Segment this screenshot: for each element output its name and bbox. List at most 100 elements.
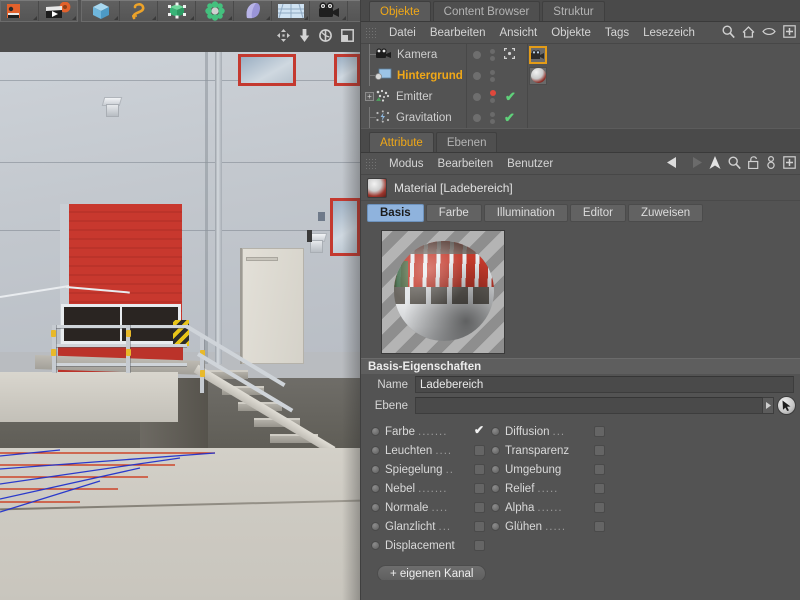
forward-arrow-icon[interactable] xyxy=(688,157,702,171)
move-arrows-icon[interactable] xyxy=(277,29,290,45)
menu-benutzer[interactable]: Benutzer xyxy=(500,154,560,174)
enabled-check-icon[interactable]: ✔ xyxy=(504,111,515,124)
object-visibility-columns[interactable] xyxy=(466,44,528,65)
object-manager-tree[interactable]: Kamera Hintergrund + Emitter ✔ Gravitati… xyxy=(361,44,800,128)
tab-ebenen[interactable]: Ebenen xyxy=(435,132,498,152)
menu-datei[interactable]: Datei xyxy=(382,23,423,43)
search-icon[interactable] xyxy=(728,156,741,172)
visibility-editor-dot[interactable] xyxy=(473,71,481,80)
channel-radio-icon[interactable] xyxy=(371,522,380,531)
channel-umgebung[interactable]: Umgebung xyxy=(491,460,611,479)
ebene-picker-button[interactable] xyxy=(777,396,796,415)
tab-content-browser[interactable]: Content Browser xyxy=(432,1,541,21)
menu-bearbeiten[interactable]: Bearbeiten xyxy=(431,154,501,174)
enabled-check-icon[interactable]: ✔ xyxy=(505,90,516,103)
ptab-basis[interactable]: Basis xyxy=(367,204,424,222)
add-cube-button[interactable] xyxy=(82,1,120,21)
channel-diffusion[interactable]: Diffusion ... xyxy=(491,422,611,441)
channel-radio-icon[interactable] xyxy=(371,484,380,493)
eye-icon[interactable] xyxy=(762,27,776,39)
object-visibility-columns[interactable] xyxy=(466,65,528,86)
tab-attribute[interactable]: Attribute xyxy=(369,132,434,152)
plus-box-icon[interactable] xyxy=(783,156,796,172)
object-row-emitter[interactable]: + Emitter ✔ xyxy=(361,86,800,107)
channel-checkbox[interactable] xyxy=(474,445,485,456)
visibility-render-dots[interactable] xyxy=(490,48,495,61)
channel-radio-icon[interactable] xyxy=(491,446,500,455)
channel-checkbox[interactable] xyxy=(474,502,485,513)
channel-checkbox[interactable] xyxy=(594,464,605,475)
channel-radio-icon[interactable] xyxy=(491,503,500,512)
ptab-editor[interactable]: Editor xyxy=(569,204,626,222)
object-row-kamera[interactable]: Kamera xyxy=(361,44,800,65)
visibility-editor-dot[interactable] xyxy=(473,113,481,122)
channel-glanzlicht[interactable]: Glanzlicht ... xyxy=(371,517,491,536)
channel-displacement[interactable]: Displacement xyxy=(371,536,491,555)
channel-leuchten[interactable]: Leuchten .... xyxy=(371,441,491,460)
panel-grip[interactable] xyxy=(365,157,376,170)
ptab-farbe[interactable]: Farbe xyxy=(425,204,482,222)
visibility-editor-dot[interactable] xyxy=(473,92,481,101)
panel-grip[interactable] xyxy=(365,26,376,39)
ptab-illumination[interactable]: Illumination xyxy=(483,204,568,222)
channel-checkbox[interactable] xyxy=(594,502,605,513)
visibility-render-dots[interactable] xyxy=(490,111,495,124)
channel-checkbox[interactable] xyxy=(594,426,605,437)
menu-modus[interactable]: Modus xyxy=(382,154,431,174)
channel-checkbox[interactable] xyxy=(594,445,605,456)
channel-radio-icon[interactable] xyxy=(491,484,500,493)
down-arrow-icon[interactable] xyxy=(299,29,310,45)
search-icon[interactable] xyxy=(722,25,735,41)
channel-relief[interactable]: Relief ..... xyxy=(491,479,611,498)
frame-corner-icon[interactable] xyxy=(341,29,354,45)
ebene-input[interactable] xyxy=(415,397,763,414)
channel-checkbox[interactable] xyxy=(474,540,485,551)
render-picture-viewer-button[interactable] xyxy=(39,1,77,21)
menu-ansicht[interactable]: Ansicht xyxy=(492,23,544,43)
object-row-hintergrund[interactable]: Hintergrund xyxy=(361,65,800,86)
unlock-icon[interactable] xyxy=(748,156,759,172)
channel-radio-icon[interactable] xyxy=(371,465,380,474)
channel-radio-icon[interactable] xyxy=(491,522,500,531)
channel-nebel[interactable]: Nebel ....... xyxy=(371,479,491,498)
ptab-zuweisen[interactable]: Zuweisen xyxy=(627,204,704,222)
channel-checkbox[interactable] xyxy=(474,464,485,475)
perspective-viewport[interactable] xyxy=(0,52,360,600)
object-tags[interactable] xyxy=(529,45,547,64)
channel-spiegelung[interactable]: Spiegelung .. xyxy=(371,460,491,479)
channel-radio-icon[interactable] xyxy=(371,503,380,512)
up-arrow-icon[interactable] xyxy=(709,156,721,172)
camera-tag-icon[interactable] xyxy=(529,45,547,64)
object-row-gravitation[interactable]: Gravitation ✔ xyxy=(361,107,800,128)
channel-checkbox[interactable] xyxy=(474,483,485,494)
name-input[interactable]: Ladebereich xyxy=(415,376,794,393)
channel-checkbox[interactable] xyxy=(594,483,605,494)
channel-radio-icon[interactable] xyxy=(491,465,500,474)
render-view-button[interactable] xyxy=(1,1,39,21)
channel-gluehen[interactable]: Glühen ..... xyxy=(491,517,611,536)
object-tags[interactable] xyxy=(529,66,547,85)
material-tag-icon[interactable] xyxy=(529,66,547,85)
channel-alpha[interactable]: Alpha ...... xyxy=(491,498,611,517)
add-array-button[interactable] xyxy=(196,1,234,21)
visibility-render-dots[interactable] xyxy=(490,90,496,103)
tab-objekte[interactable]: Objekte xyxy=(369,1,431,21)
channel-farbe[interactable]: Farbe ....... xyxy=(371,422,491,441)
back-arrow-icon[interactable] xyxy=(667,157,681,171)
menu-bearbeiten[interactable]: Bearbeiten xyxy=(423,23,493,43)
channel-radio-icon[interactable] xyxy=(371,427,380,436)
add-nurbs-button[interactable] xyxy=(158,1,196,21)
ebene-dropdown-arrow-icon[interactable] xyxy=(763,397,774,414)
channel-radio-icon[interactable] xyxy=(371,541,380,550)
menu-objekte[interactable]: Objekte xyxy=(544,23,598,43)
object-visibility-columns[interactable]: ✔ xyxy=(466,107,528,128)
add-bend-button[interactable] xyxy=(234,1,272,21)
tab-struktur[interactable]: Struktur xyxy=(542,1,605,21)
material-preview[interactable] xyxy=(381,230,505,354)
channel-transparenz[interactable]: Transparenz xyxy=(491,441,611,460)
add-spline-button[interactable] xyxy=(120,1,158,21)
channel-normale[interactable]: Normale .... xyxy=(371,498,491,517)
menu-lesezeich[interactable]: Lesezeich xyxy=(636,23,702,43)
rotate-circle-icon[interactable] xyxy=(319,29,332,45)
object-visibility-columns[interactable]: ✔ xyxy=(466,86,528,107)
